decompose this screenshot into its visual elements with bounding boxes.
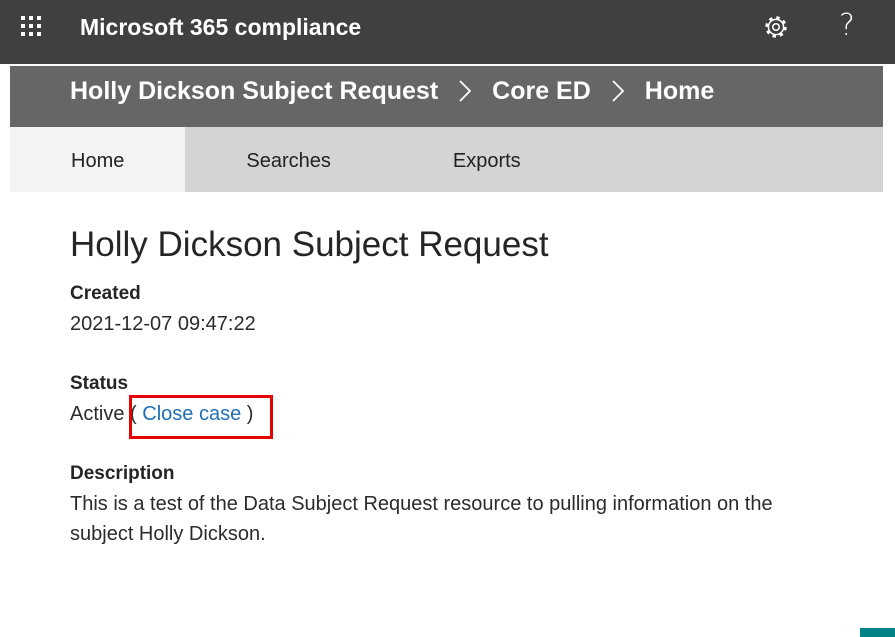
breadcrumb-bar: Holly Dickson Subject Request Core ED Ho…: [10, 66, 883, 127]
suite-header: Microsoft 365 compliance ?: [0, 0, 895, 64]
description-section: Description This is a test of the Data S…: [70, 459, 830, 549]
created-label: Created: [70, 283, 141, 304]
waffle-icon[interactable]: [20, 15, 42, 37]
breadcrumb: Holly Dickson Subject Request Core ED Ho…: [70, 76, 714, 106]
description-label: Description: [70, 463, 175, 484]
tab-searches[interactable]: Searches: [185, 127, 392, 192]
tab-home[interactable]: Home: [10, 127, 186, 192]
tab-exports[interactable]: Exports: [392, 127, 582, 192]
highlight-box: [129, 395, 273, 439]
created-section: Created 2021-12-07 09:47:22: [70, 279, 830, 339]
page-title: Holly Dickson Subject Request: [70, 225, 549, 264]
chevron-right-icon: [612, 80, 624, 102]
case-details: Holly Dickson Subject Request Created 20…: [70, 222, 830, 549]
gear-icon[interactable]: [763, 14, 789, 40]
breadcrumb-item-core-ed[interactable]: Core ED: [492, 76, 591, 106]
status-value: Active: [70, 403, 125, 425]
description-text: This is a test of the Data Subject Reque…: [70, 493, 773, 545]
tab-bar: Home Searches Exports: [10, 127, 883, 192]
breadcrumb-item-home: Home: [644, 77, 715, 105]
question-icon[interactable]: ?: [836, 8, 858, 44]
chevron-right-icon: [459, 80, 472, 102]
breadcrumb-item-case[interactable]: Holly Dickson Subject Request: [70, 76, 438, 106]
created-value: 2021-12-07 09:47:22: [70, 313, 256, 335]
app-title[interactable]: Microsoft 365 compliance: [80, 12, 361, 42]
floating-button[interactable]: [860, 628, 895, 637]
